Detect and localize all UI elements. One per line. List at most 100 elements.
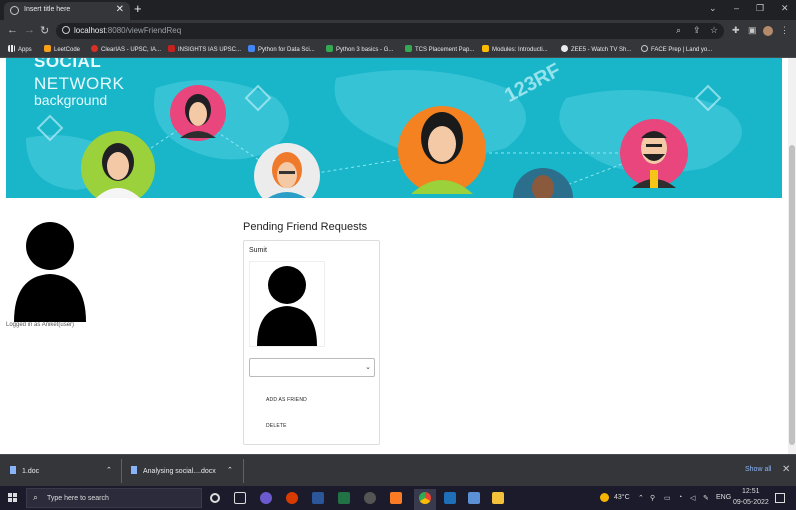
- clearias-icon: [91, 45, 98, 52]
- banner-title-line3: background: [34, 92, 108, 108]
- side-panel-icon[interactable]: ▣: [748, 25, 757, 36]
- avatar-man-beard: [620, 119, 688, 188]
- site-info-icon[interactable]: [62, 26, 70, 34]
- delete-button[interactable]: DELETE: [266, 423, 287, 429]
- python-icon: [248, 45, 255, 52]
- bookmark-python-ds[interactable]: Python for Data Sci...: [248, 45, 315, 53]
- wifi-icon[interactable]: ◔: [678, 494, 682, 501]
- tab-search-icon[interactable]: ⌄: [709, 3, 717, 14]
- word-icon[interactable]: [312, 492, 324, 504]
- download-filename: 1.doc: [22, 468, 40, 475]
- opera-icon[interactable]: [286, 492, 298, 504]
- bookmark-star-icon[interactable]: ☆: [710, 25, 718, 36]
- chevron-down-icon: ⌄: [365, 364, 371, 371]
- close-downloads-icon[interactable]: ✕: [782, 464, 790, 475]
- action-select[interactable]: ⌄: [249, 358, 375, 377]
- page-content: SOCIAL NETWORK background 123RF Logged i…: [0, 58, 788, 454]
- app-icon-1[interactable]: [260, 492, 272, 504]
- url-host: localhost: [74, 26, 106, 35]
- download-item-1[interactable]: 1.doc: [10, 466, 39, 475]
- language-indicator[interactable]: ENG: [716, 494, 731, 501]
- tab-strip: Insert title here ✕ + ⌄ – ❐ ✕: [0, 0, 796, 20]
- bookmark-zee5[interactable]: ZEE5 - Watch TV Sh...: [561, 45, 631, 53]
- app-icon-2[interactable]: [444, 492, 456, 504]
- clock-time[interactable]: 12:51: [742, 488, 760, 495]
- download-filename: Analysing social....docx: [143, 468, 216, 475]
- weather-sun-icon[interactable]: [600, 493, 609, 502]
- requester-name: Sumit: [249, 247, 267, 254]
- xampp-icon[interactable]: [390, 492, 402, 504]
- bookmark-insights[interactable]: INSIGHTS IAS UPSC...: [168, 45, 241, 53]
- chrome-icon[interactable]: [419, 492, 431, 504]
- close-window-button[interactable]: ✕: [781, 3, 789, 14]
- share-icon[interactable]: ⇪: [693, 25, 701, 36]
- add-as-friend-button[interactable]: ADD AS FRIEND: [266, 397, 307, 403]
- bookmark-modules[interactable]: Modules: Introducti...: [482, 45, 548, 53]
- extensions-icon[interactable]: ✚: [732, 25, 740, 36]
- bookmark-label: LeetCode: [54, 47, 81, 53]
- taskbar-search[interactable]: ⌕ Type here to search: [26, 488, 202, 508]
- settings-gear-icon[interactable]: [364, 492, 376, 504]
- person-silhouette-icon: [14, 222, 86, 322]
- cortana-icon[interactable]: [210, 493, 220, 503]
- avatar-man-partial: [513, 168, 573, 198]
- new-tab-button[interactable]: +: [134, 1, 142, 16]
- search-placeholder: Type here to search: [47, 495, 109, 502]
- zoom-icon[interactable]: ⌕: [676, 25, 681, 36]
- bookmark-clearias[interactable]: ClearIAS - UPSC, IA...: [91, 45, 161, 53]
- bookmarks-bar: Apps LeetCode ClearIAS - UPSC, IA... INS…: [0, 42, 796, 58]
- download-item-1-chevron-icon[interactable]: ⌃: [106, 466, 112, 474]
- file-explorer-icon[interactable]: [492, 492, 504, 504]
- back-arrow-icon[interactable]: ←: [7, 24, 18, 36]
- clock-date[interactable]: 09-05-2022: [733, 499, 769, 506]
- leetcode-icon: [44, 45, 51, 52]
- tab-close-icon[interactable]: ✕: [116, 4, 124, 15]
- apps-grid-icon: [8, 45, 15, 52]
- bookmark-label: FACE Prep | Land yo...: [651, 47, 713, 53]
- app-icon-3[interactable]: [468, 492, 480, 504]
- gfg-icon: [326, 45, 333, 52]
- reload-icon[interactable]: ↻: [40, 24, 49, 37]
- tray-chevron-icon[interactable]: ⌃: [638, 494, 644, 502]
- bookmark-label: Python for Data Sci...: [258, 47, 315, 53]
- bookmark-label: TCS Placement Pap...: [415, 47, 475, 53]
- user-avatar: [12, 220, 88, 322]
- bookmark-tcs[interactable]: TCS Placement Pap...: [405, 45, 474, 53]
- bookmark-python-basics[interactable]: Python 3 basics - G...: [326, 45, 393, 53]
- volume-icon[interactable]: ◁: [690, 494, 695, 502]
- pen-icon[interactable]: ✎: [703, 494, 709, 502]
- browser-tab[interactable]: Insert title here ✕: [4, 2, 130, 20]
- bookmark-leetcode[interactable]: LeetCode: [44, 45, 80, 53]
- login-status: Logged in as Aniket(user): [6, 322, 75, 328]
- insights-icon: [168, 45, 175, 52]
- download-item-2-chevron-icon[interactable]: ⌃: [227, 466, 233, 474]
- forward-arrow-icon[interactable]: →: [24, 24, 35, 36]
- notifications-icon[interactable]: [775, 493, 785, 503]
- downloads-bar: 1.doc ⌃ Analysing social....docx ⌃ Show …: [0, 454, 796, 486]
- task-view-icon[interactable]: [234, 492, 246, 504]
- show-all-downloads-link[interactable]: Show all: [745, 466, 771, 473]
- maximize-button[interactable]: ❐: [756, 3, 764, 14]
- bookmark-faceprep[interactable]: FACE Prep | Land yo...: [641, 45, 712, 53]
- network-icon[interactable]: ⚲: [650, 494, 655, 502]
- battery-icon[interactable]: ▭: [664, 494, 671, 502]
- document-icon: [131, 466, 137, 474]
- windows-start-icon[interactable]: [8, 493, 18, 503]
- download-item-2[interactable]: Analysing social....docx: [131, 466, 216, 475]
- avatar-woman-pink: [170, 85, 226, 141]
- browser-toolbar: ← → ↻ localhost:8080/viewFriendReq ⌕ ⇪ ☆…: [0, 20, 796, 42]
- friend-request-card: Sumit ⌄ ADD AS FRIEND DELETE: [243, 240, 380, 445]
- excel-icon[interactable]: [338, 492, 350, 504]
- social-network-banner: SOCIAL NETWORK background 123RF: [6, 58, 782, 198]
- minimize-button[interactable]: –: [734, 3, 739, 13]
- bookmark-label: Modules: Introducti...: [492, 47, 548, 53]
- zee5-icon: [561, 45, 568, 52]
- address-bar[interactable]: localhost:8080/viewFriendReq ⌕ ⇪ ☆: [56, 23, 724, 39]
- scrollbar-thumb[interactable]: [789, 145, 795, 445]
- gfg-icon: [405, 45, 412, 52]
- requester-avatar: [249, 261, 325, 347]
- weather-temp[interactable]: 43°C: [614, 494, 630, 501]
- profile-avatar[interactable]: [763, 26, 773, 36]
- menu-kebab-icon[interactable]: ⋮: [780, 25, 789, 36]
- bookmark-apps[interactable]: Apps: [8, 45, 32, 53]
